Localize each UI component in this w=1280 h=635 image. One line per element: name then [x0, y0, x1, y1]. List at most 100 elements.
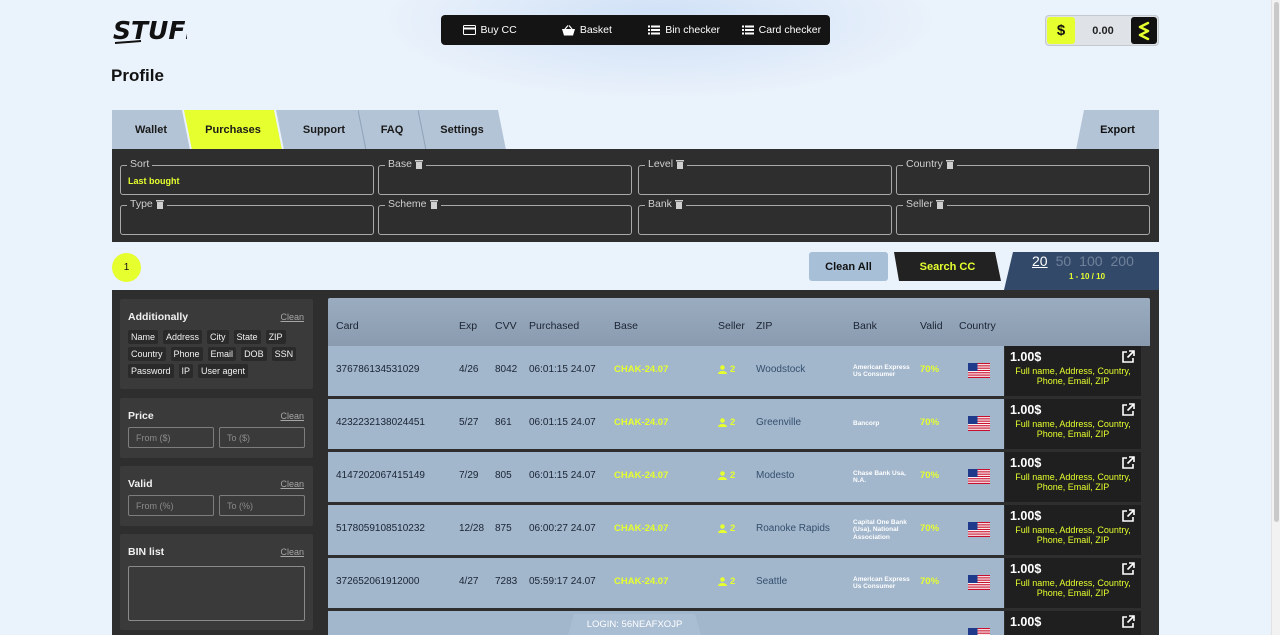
- col-base[interactable]: Base: [614, 320, 638, 332]
- col-valid[interactable]: Valid: [920, 320, 943, 332]
- filter-legend: Base: [385, 158, 426, 170]
- balance-amount: 0.00: [1092, 24, 1114, 37]
- valid-percent: 70%: [920, 417, 940, 428]
- table-row[interactable]: 4232232138024451 5/27 861 06:01:15 24.07…: [328, 399, 1004, 449]
- tag-country[interactable]: Country: [128, 347, 166, 361]
- card-exp: 5/27: [459, 417, 479, 428]
- price-to-input[interactable]: To ($): [219, 427, 305, 448]
- tag-dob[interactable]: DOB: [241, 347, 267, 361]
- trash-icon[interactable]: [429, 199, 438, 209]
- search-cc-button[interactable]: Search CC: [894, 252, 1001, 281]
- trash-icon[interactable]: [945, 159, 954, 169]
- col-zip[interactable]: ZIP: [756, 320, 772, 332]
- per-page-200[interactable]: 200: [1111, 253, 1134, 269]
- table-row[interactable]: 372652061912000 4/27 7283 05:59:17 24.07…: [328, 558, 1004, 608]
- tab-wallet[interactable]: Wallet: [112, 110, 190, 150]
- stuff-menu-button[interactable]: [1131, 17, 1157, 44]
- price-cell[interactable]: 1.00$: [1005, 611, 1141, 635]
- seller-filter[interactable]: Seller: [896, 198, 1150, 235]
- base-filter[interactable]: Base: [378, 158, 632, 195]
- nav-bin-checker[interactable]: Bin checker: [636, 24, 733, 36]
- tag-name[interactable]: Name: [128, 330, 159, 344]
- price-cell[interactable]: 1.00$ Full name, Address, Country, Phone…: [1005, 399, 1141, 449]
- country-filter[interactable]: Country: [896, 158, 1150, 195]
- bin-list-title: BIN list: [128, 546, 165, 558]
- valid-clean-link[interactable]: Clean: [280, 479, 304, 489]
- tag-zip[interactable]: ZIP: [265, 330, 286, 344]
- scheme-filter[interactable]: Scheme: [378, 198, 632, 235]
- external-link-icon[interactable]: [1122, 615, 1135, 633]
- col-card[interactable]: Card: [336, 320, 359, 332]
- price-title: Price: [128, 410, 154, 422]
- bank-name: American Express Us Consumer: [853, 576, 910, 591]
- col-purchased[interactable]: Purchased: [529, 320, 579, 332]
- price-cell[interactable]: 1.00$ Full name, Address, Country, Phone…: [1005, 452, 1141, 502]
- nav-label: Bin checker: [665, 24, 721, 36]
- tag-ssn[interactable]: SSN: [271, 347, 297, 361]
- card-exp: 4/27: [459, 576, 479, 587]
- trash-icon[interactable]: [414, 159, 423, 169]
- trash-icon[interactable]: [676, 159, 685, 169]
- price-cell[interactable]: 1.00$ Full name, Address, Country, Phone…: [1005, 346, 1141, 396]
- type-filter[interactable]: Type: [120, 198, 374, 235]
- logo[interactable]: STUFF: [111, 14, 203, 51]
- price-cell[interactable]: 1.00$ Full name, Address, Country, Phone…: [1005, 505, 1141, 555]
- bank-filter[interactable]: Bank: [638, 198, 892, 235]
- nav-label: Basket: [579, 24, 612, 36]
- clean-all-button[interactable]: Clean All: [809, 252, 888, 281]
- tab-settings[interactable]: Settings: [418, 110, 506, 150]
- per-page-20[interactable]: 20: [1032, 253, 1048, 269]
- per-page-100[interactable]: 100: [1079, 253, 1102, 269]
- price-clean-link[interactable]: Clean: [280, 411, 304, 421]
- export-button[interactable]: Export: [1076, 110, 1159, 150]
- tag-user-agent[interactable]: User agent: [198, 364, 249, 378]
- per-page-50[interactable]: 50: [1056, 253, 1072, 269]
- tag-phone[interactable]: Phone: [170, 347, 203, 361]
- trash-icon[interactable]: [935, 199, 944, 209]
- page-1-button[interactable]: 1: [112, 253, 141, 282]
- valid-percent: 70%: [920, 470, 940, 481]
- price-from-input[interactable]: From ($): [128, 427, 214, 448]
- tab-purchases[interactable]: Purchases: [184, 110, 282, 150]
- col-country[interactable]: Country: [959, 320, 996, 332]
- valid-from-input[interactable]: From (%): [128, 495, 214, 516]
- tab-label: FAQ: [380, 124, 404, 136]
- col-seller[interactable]: Seller: [718, 320, 745, 332]
- seller-cell: 2: [718, 417, 735, 428]
- scrollbar-thumb[interactable]: [1274, 2, 1279, 522]
- table-row[interactable]: 376786134531029 4/26 8042 06:01:15 24.07…: [328, 346, 1004, 396]
- user-icon: [718, 418, 727, 427]
- level-filter[interactable]: Level: [638, 158, 892, 195]
- tag-password[interactable]: Password: [128, 364, 174, 378]
- card-exp: 4/26: [459, 364, 479, 375]
- tag-city[interactable]: City: [207, 330, 229, 344]
- purchased-time: 06:01:15 24.07: [529, 470, 596, 481]
- tag-state[interactable]: State: [233, 330, 261, 344]
- table-row[interactable]: 5178059108510232 12/28 875 06:00:27 24.0…: [328, 505, 1004, 555]
- tag-ip[interactable]: IP: [178, 364, 194, 378]
- col-bank[interactable]: Bank: [853, 320, 877, 332]
- col-exp[interactable]: Exp: [459, 320, 477, 332]
- sort-filter[interactable]: Sort Last bought: [120, 158, 374, 195]
- deposit-button[interactable]: $: [1047, 17, 1075, 44]
- tag-email[interactable]: Email: [207, 347, 237, 361]
- bin-list-clean-link[interactable]: Clean: [280, 547, 304, 557]
- nav-card-checker[interactable]: Card checker: [733, 24, 830, 36]
- base-name: CHAK-24.07: [614, 523, 669, 534]
- col-cvv[interactable]: CVV: [495, 320, 517, 332]
- valid-to-input[interactable]: To (%): [219, 495, 305, 516]
- tag-address[interactable]: Address: [163, 330, 203, 344]
- trash-icon[interactable]: [674, 199, 683, 209]
- additionally-clean-link[interactable]: Clean: [280, 312, 304, 322]
- trash-icon[interactable]: [155, 199, 164, 209]
- nav-buy-cc[interactable]: Buy CC: [441, 24, 538, 36]
- tab-faq[interactable]: FAQ: [358, 110, 426, 150]
- page-scrollbar[interactable]: [1271, 0, 1280, 635]
- user-icon: [718, 365, 727, 374]
- card-number: 4147202067415149: [336, 470, 425, 481]
- bin-list-textarea[interactable]: [128, 566, 305, 621]
- price-cell[interactable]: 1.00$ Full name, Address, Country, Phone…: [1005, 558, 1141, 608]
- table-row[interactable]: 4147202067415149 7/29 805 06:01:15 24.07…: [328, 452, 1004, 502]
- nav-basket[interactable]: Basket: [538, 24, 635, 36]
- balance-widget: $ 0.00: [1045, 15, 1159, 46]
